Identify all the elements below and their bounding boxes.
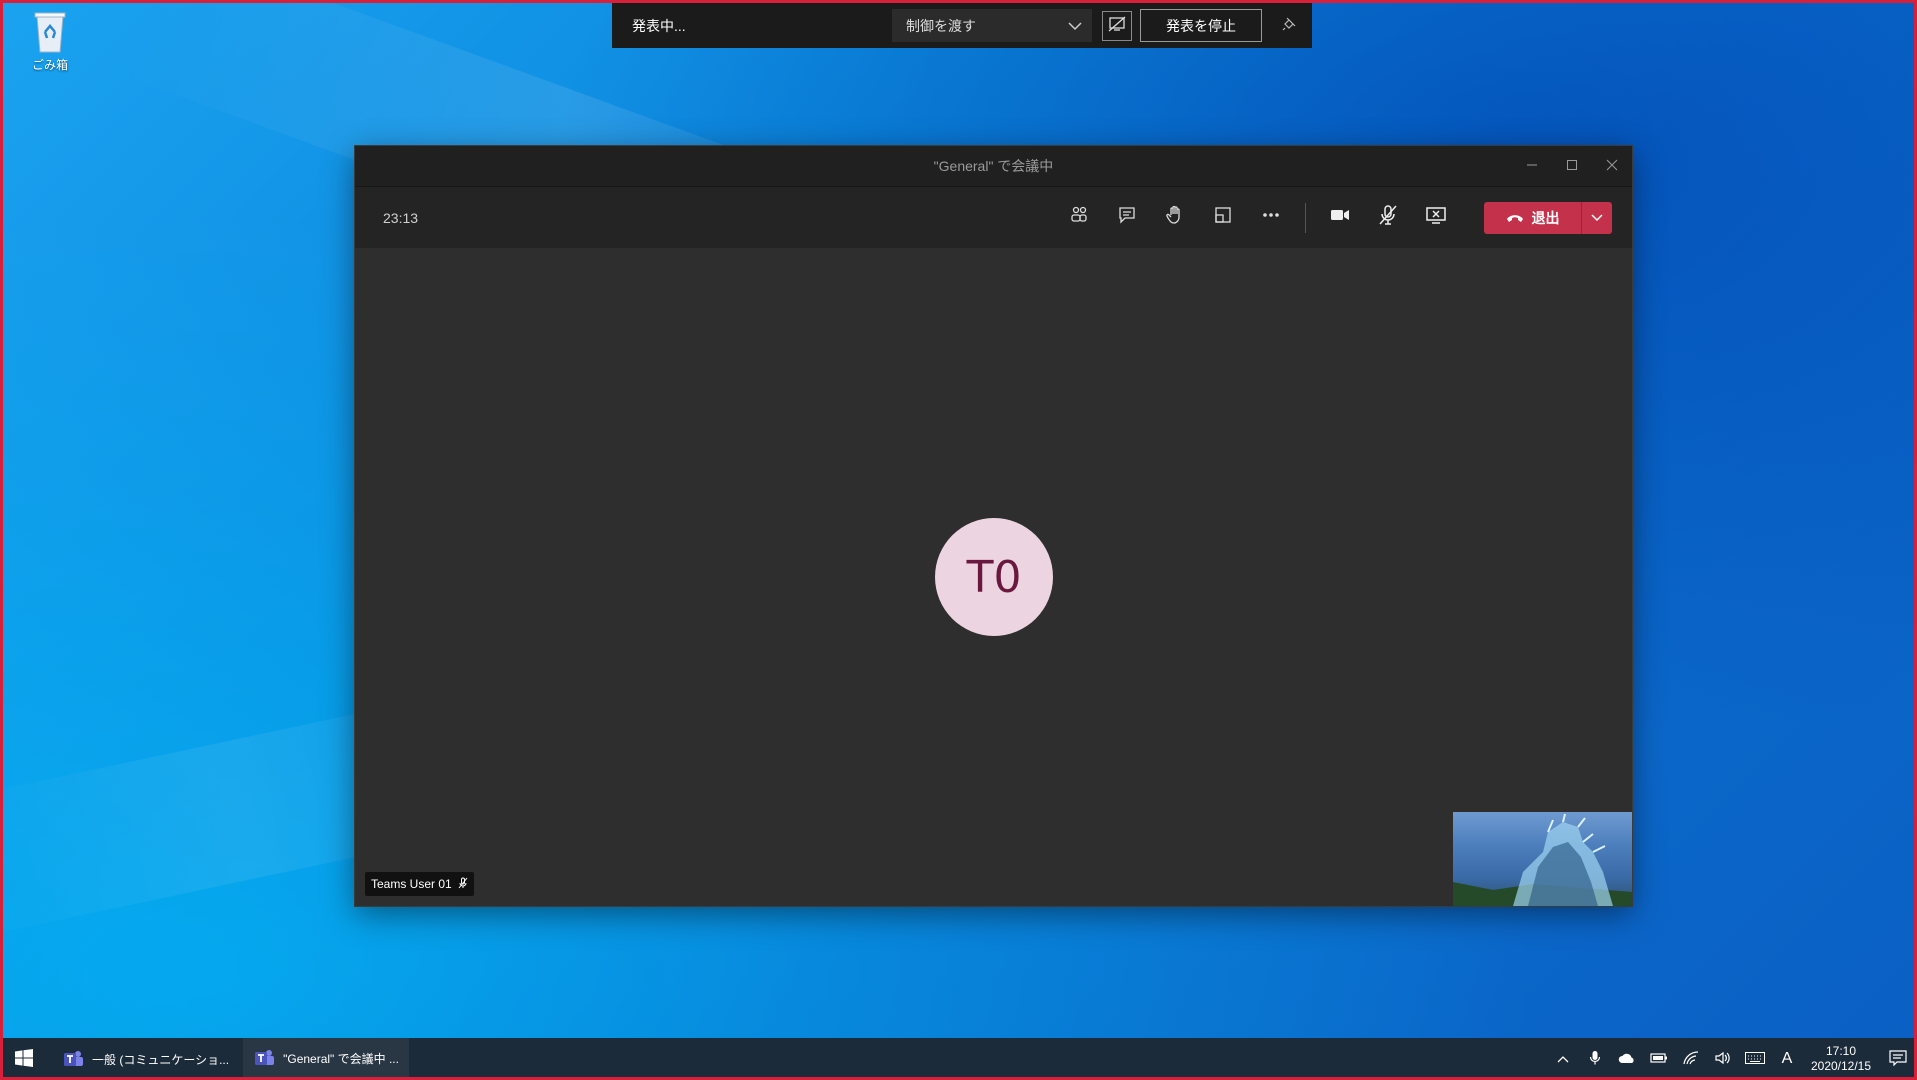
toolbar-divider bbox=[1305, 202, 1306, 233]
participants-icon bbox=[1069, 205, 1089, 230]
chevron-up-icon bbox=[1557, 1052, 1569, 1066]
window-title: "General" で会議中 bbox=[933, 158, 1054, 174]
participant-avatar: T0 bbox=[935, 518, 1053, 636]
chevron-down-icon bbox=[1068, 18, 1082, 34]
taskbar-app-label: "General" で会議中 ... bbox=[283, 1051, 399, 1066]
presenting-status: 発表中... bbox=[632, 17, 686, 34]
show-hidden-icons-button[interactable] bbox=[1547, 1038, 1579, 1080]
mic-toggle-button[interactable] bbox=[1364, 194, 1412, 242]
give-control-label: 制御を渡す bbox=[906, 17, 976, 34]
mic-off-icon bbox=[458, 877, 468, 892]
pin-toolbar-button[interactable] bbox=[1280, 17, 1298, 35]
network-tray-button[interactable] bbox=[1675, 1038, 1707, 1080]
more-actions-button[interactable] bbox=[1247, 194, 1295, 242]
windows-taskbar: 一般 (コミュニケーショ... "General" で会議中 ... A 17:… bbox=[0, 1038, 1917, 1080]
ime-indicator[interactable]: A bbox=[1771, 1038, 1803, 1080]
presenter-toolbar: 発表中... 制御を渡す 発表を停止 bbox=[612, 3, 1312, 48]
screen-share-icon bbox=[1108, 16, 1126, 35]
stop-share-icon bbox=[1425, 205, 1447, 230]
self-video-image bbox=[1453, 813, 1632, 906]
self-video-preview[interactable] bbox=[1453, 812, 1632, 906]
keyboard-icon bbox=[1745, 1051, 1765, 1067]
minimize-icon bbox=[1526, 158, 1538, 174]
meeting-controls-bar: 23:13 退出 bbox=[355, 187, 1632, 249]
action-center-button[interactable] bbox=[1879, 1049, 1917, 1069]
meeting-timer: 23:13 bbox=[383, 209, 419, 226]
onedrive-icon bbox=[1618, 1052, 1636, 1067]
maximize-icon bbox=[1566, 158, 1578, 174]
touch-keyboard-button[interactable] bbox=[1739, 1038, 1771, 1080]
close-button[interactable] bbox=[1592, 146, 1632, 186]
show-participants-button[interactable] bbox=[1055, 194, 1103, 242]
teams-icon bbox=[62, 1048, 84, 1070]
battery-icon bbox=[1650, 1052, 1668, 1067]
stop-sharing-button[interactable] bbox=[1412, 194, 1460, 242]
windows-logo-icon bbox=[15, 1048, 33, 1070]
system-tray: A 17:10 2020/12/15 bbox=[1547, 1038, 1917, 1080]
leave-label: 退出 bbox=[1531, 209, 1560, 226]
clock-time: 17:10 bbox=[1825, 1044, 1857, 1058]
recycle-bin-icon bbox=[31, 8, 69, 54]
chat-icon bbox=[1117, 205, 1137, 230]
camera-icon bbox=[1329, 205, 1351, 230]
participant-nametag: Teams User 01 bbox=[365, 872, 474, 896]
notification-icon bbox=[1889, 1049, 1907, 1069]
leave-button[interactable]: 退出 bbox=[1484, 202, 1581, 234]
close-icon bbox=[1606, 158, 1618, 174]
volume-tray-button[interactable] bbox=[1707, 1038, 1739, 1080]
raise-hand-icon bbox=[1165, 205, 1185, 230]
minimize-button[interactable] bbox=[1512, 146, 1552, 186]
more-icon bbox=[1261, 205, 1281, 230]
mic-off-icon bbox=[1378, 204, 1398, 231]
recycle-bin-label: ごみ箱 bbox=[31, 58, 68, 72]
pin-icon bbox=[1282, 17, 1296, 34]
meeting-stage: T0 Teams User 01 bbox=[355, 248, 1632, 906]
teams-meeting-window: "General" で会議中 23:13 退出 T0 Teams User 01 bbox=[355, 146, 1632, 906]
taskbar-clock[interactable]: 17:10 2020/12/15 bbox=[1803, 1044, 1879, 1074]
taskbar-app-teams-channel[interactable]: 一般 (コミュニケーショ... bbox=[52, 1038, 239, 1080]
chevron-down-icon bbox=[1591, 209, 1603, 227]
onedrive-tray-button[interactable] bbox=[1611, 1038, 1643, 1080]
microphone-tray-button[interactable] bbox=[1579, 1038, 1611, 1080]
start-button[interactable] bbox=[0, 1038, 48, 1080]
teams-icon bbox=[253, 1047, 275, 1069]
taskbar-app-teams-meeting[interactable]: "General" で会議中 ... bbox=[243, 1038, 409, 1080]
camera-toggle-button[interactable] bbox=[1316, 194, 1364, 242]
clock-date: 2020/12/15 bbox=[1810, 1059, 1872, 1073]
show-conversation-button[interactable] bbox=[1103, 194, 1151, 242]
leave-options-button[interactable] bbox=[1582, 202, 1612, 234]
volume-icon bbox=[1715, 1051, 1731, 1068]
raise-hand-button[interactable] bbox=[1151, 194, 1199, 242]
leave-button-group: 退出 bbox=[1484, 201, 1612, 234]
wifi-icon bbox=[1683, 1050, 1699, 1068]
phone-hangup-icon bbox=[1506, 210, 1524, 226]
give-control-dropdown[interactable]: 制御を渡す bbox=[892, 9, 1092, 42]
rooms-icon bbox=[1213, 205, 1233, 230]
window-titlebar[interactable]: "General" で会議中 bbox=[355, 146, 1632, 187]
stop-presenting-button[interactable]: 発表を停止 bbox=[1140, 9, 1262, 42]
recycle-bin-shortcut[interactable]: ごみ箱 bbox=[22, 8, 78, 73]
breakout-rooms-button[interactable] bbox=[1199, 194, 1247, 242]
battery-tray-button[interactable] bbox=[1643, 1038, 1675, 1080]
maximize-button[interactable] bbox=[1552, 146, 1592, 186]
participant-name: Teams User 01 bbox=[371, 877, 452, 891]
include-audio-button[interactable] bbox=[1102, 10, 1132, 41]
taskbar-app-label: 一般 (コミュニケーショ... bbox=[92, 1052, 230, 1067]
microphone-icon bbox=[1589, 1050, 1601, 1069]
